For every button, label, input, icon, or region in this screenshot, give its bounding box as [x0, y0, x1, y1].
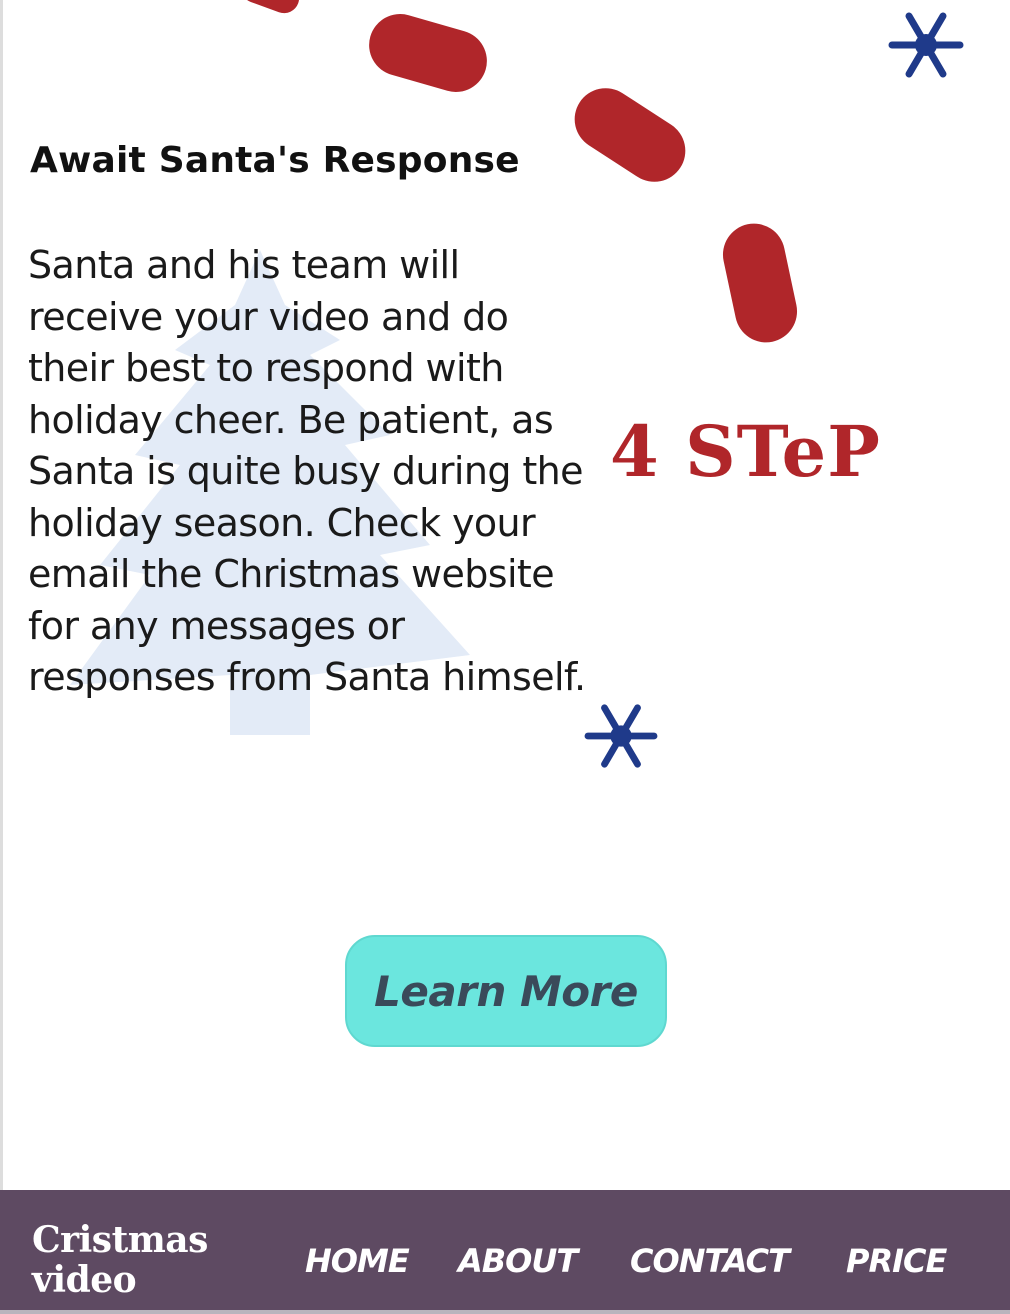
- nav-link-home[interactable]: HOME: [305, 1242, 410, 1280]
- page: Await Santa's Response Santa and his tea…: [0, 0, 1010, 1314]
- nav-link-price[interactable]: PRICE: [846, 1242, 947, 1280]
- footer-nav: HOME ABOUT CONTACT PRICE: [0, 1242, 1010, 1282]
- nav-link-about[interactable]: ABOUT: [458, 1242, 578, 1280]
- learn-more-button[interactable]: Learn More: [345, 935, 667, 1047]
- snowflake-icon: [888, 12, 964, 78]
- dash-trail-1: [236, 0, 304, 18]
- page-edge: [0, 0, 3, 1190]
- step-number-label: 4 STeP: [610, 410, 881, 493]
- footer-nav-bar: Cristmas video HOME ABOUT CONTACT PRICE: [0, 1190, 1010, 1314]
- footer-divider: [0, 1310, 1010, 1314]
- dash-trail-2: [361, 6, 495, 100]
- dash-trail-3: [562, 76, 698, 194]
- nav-link-contact[interactable]: CONTACT: [630, 1242, 790, 1280]
- step-title: Await Santa's Response: [30, 140, 520, 181]
- step-description: Santa and his team will receive your vid…: [28, 243, 586, 699]
- snowflake-icon: [584, 704, 658, 768]
- dash-trail-4: [717, 217, 803, 349]
